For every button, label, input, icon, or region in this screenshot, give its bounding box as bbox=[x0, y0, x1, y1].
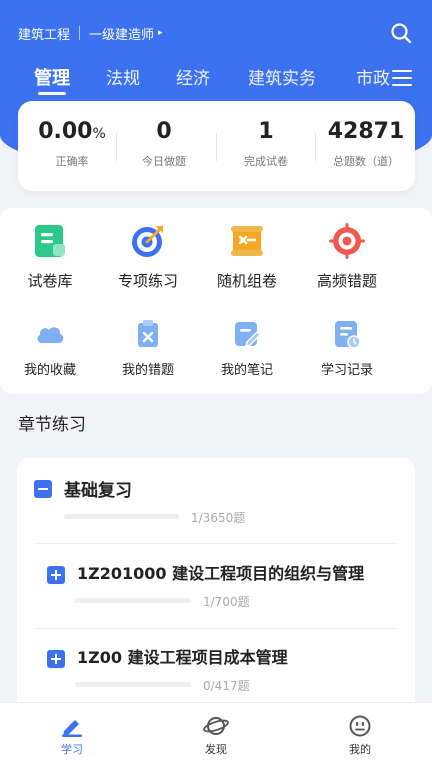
feature-special-practice[interactable]: 专项练习 bbox=[103, 222, 193, 291]
target-practice-icon bbox=[132, 226, 163, 257]
stat-label: 正确率 bbox=[55, 155, 89, 168]
planet-icon bbox=[203, 717, 229, 735]
stat-accuracy: 0.00% 正确率 bbox=[32, 119, 112, 169]
feature-label: 学习记录 bbox=[320, 363, 373, 378]
stat-unit: % bbox=[92, 126, 106, 142]
chapter-progress-bar bbox=[75, 682, 191, 687]
caret-right-icon: ▸ bbox=[158, 28, 163, 38]
stat-label: 今日做题 bbox=[142, 155, 186, 168]
feature-label: 高频错题 bbox=[316, 272, 377, 290]
feature-random-paper[interactable]: 随机组卷 bbox=[202, 222, 292, 291]
random-paper-icon bbox=[231, 226, 263, 256]
chapter-title: 基础复习 bbox=[64, 481, 132, 501]
chapter-item[interactable]: 基础复习 1/3650题 bbox=[17, 458, 415, 542]
frequent-mistakes-icon bbox=[329, 223, 365, 259]
feature-label: 我的收藏 bbox=[23, 363, 76, 378]
feature-study-records[interactable]: 学习记录 bbox=[302, 318, 392, 378]
nav-label: 我的 bbox=[349, 743, 371, 756]
nav-profile[interactable]: 我的 bbox=[330, 715, 390, 757]
feature-label: 我的笔记 bbox=[220, 363, 273, 378]
feature-label: 随机组卷 bbox=[216, 272, 277, 290]
stat-today: 0 今日做题 bbox=[124, 119, 204, 169]
chapter-progress-bar bbox=[64, 514, 179, 519]
clipboard-mistakes-icon bbox=[138, 320, 158, 347]
feature-label: 专项练习 bbox=[117, 272, 178, 290]
profile-face-icon bbox=[349, 715, 371, 737]
active-tab-indicator bbox=[38, 92, 66, 95]
feature-label: 试卷库 bbox=[27, 272, 73, 290]
feature-frequent-mistakes[interactable]: 高频错题 bbox=[302, 222, 392, 291]
chapter-progress-text: 1/3650题 bbox=[191, 511, 246, 525]
tab-economy[interactable]: 经济 bbox=[176, 64, 210, 89]
tab-municipal[interactable]: 市政 bbox=[356, 64, 390, 89]
feature-grid: 试卷库 专项练习 随机组卷 高频错题 我的收藏 我的错题 我的笔记 学习记录 bbox=[0, 208, 432, 394]
chapter-progress-text: 1/700题 bbox=[203, 595, 250, 609]
search-icon[interactable] bbox=[390, 22, 412, 44]
top-bar: 建筑工程 一级建造师 ▸ bbox=[18, 22, 418, 44]
stat-value: 42871 bbox=[327, 119, 405, 144]
expand-icon[interactable] bbox=[47, 650, 65, 668]
feature-label: 我的错题 bbox=[121, 363, 174, 378]
stat-value: 1 bbox=[258, 119, 274, 144]
bottom-navigation: 学习 发现 我的 bbox=[0, 702, 432, 768]
divider bbox=[79, 26, 81, 40]
chapter-title: 1Z201000 建设工程项目的组织与管理 bbox=[77, 564, 365, 583]
stat-value: 0 bbox=[156, 119, 172, 144]
divider bbox=[315, 133, 316, 161]
level-label: 一级建造师 bbox=[89, 27, 155, 43]
nav-label: 学习 bbox=[61, 743, 83, 756]
chapter-progress-bar bbox=[75, 598, 191, 603]
divider bbox=[216, 133, 217, 161]
feature-favorites[interactable]: 我的收藏 bbox=[5, 318, 95, 378]
divider bbox=[116, 133, 117, 161]
stat-papers: 1 完成试卷 bbox=[226, 119, 306, 169]
stat-label: 总题数（道） bbox=[333, 155, 399, 168]
category-label[interactable]: 建筑工程 bbox=[18, 24, 70, 43]
menu-icon[interactable] bbox=[392, 70, 412, 86]
chapter-title: 1Z00 建设工程项目成本管理 bbox=[77, 648, 288, 667]
section-title: 章节练习 bbox=[18, 415, 86, 435]
feature-exam-library[interactable]: 试卷库 bbox=[5, 222, 95, 291]
subject-tabs: 管理 法规 经济 建筑实务 市政 bbox=[0, 64, 432, 96]
chapter-list: 基础复习 1/3650题 1Z201000 建设工程项目的组织与管理 1/700… bbox=[17, 458, 415, 718]
stat-label: 完成试卷 bbox=[244, 155, 288, 168]
expand-icon[interactable] bbox=[47, 566, 65, 584]
chapter-progress-text: 0/417题 bbox=[203, 679, 250, 693]
study-pen-icon bbox=[62, 720, 82, 737]
stat-value: 0.00 bbox=[38, 119, 93, 144]
tab-management[interactable]: 管理 bbox=[34, 64, 70, 90]
note-edit-icon bbox=[235, 322, 261, 347]
feature-notes[interactable]: 我的笔记 bbox=[202, 318, 292, 378]
nav-study[interactable]: 学习 bbox=[42, 715, 102, 757]
collapse-icon[interactable] bbox=[34, 480, 52, 498]
stats-card: 0.00% 正确率 0 今日做题 1 完成试卷 42871 总题数（道） bbox=[18, 101, 415, 191]
exam-library-icon bbox=[35, 225, 65, 257]
cloud-favorites-icon bbox=[37, 327, 64, 343]
tab-construction-practice[interactable]: 建筑实务 bbox=[248, 64, 316, 89]
nav-label: 发现 bbox=[205, 743, 227, 756]
stat-total: 42871 总题数（道） bbox=[320, 119, 412, 169]
chapter-item[interactable]: 1Z201000 建设工程项目的组织与管理 1/700题 bbox=[17, 544, 415, 628]
level-selector[interactable]: 一级建造师 ▸ bbox=[89, 24, 163, 43]
study-record-icon bbox=[335, 321, 361, 349]
chapter-item[interactable]: 1Z00 建设工程项目成本管理 0/417题 bbox=[17, 629, 415, 713]
feature-my-mistakes[interactable]: 我的错题 bbox=[103, 318, 193, 378]
tab-law[interactable]: 法规 bbox=[106, 64, 140, 89]
nav-discover[interactable]: 发现 bbox=[186, 715, 246, 757]
